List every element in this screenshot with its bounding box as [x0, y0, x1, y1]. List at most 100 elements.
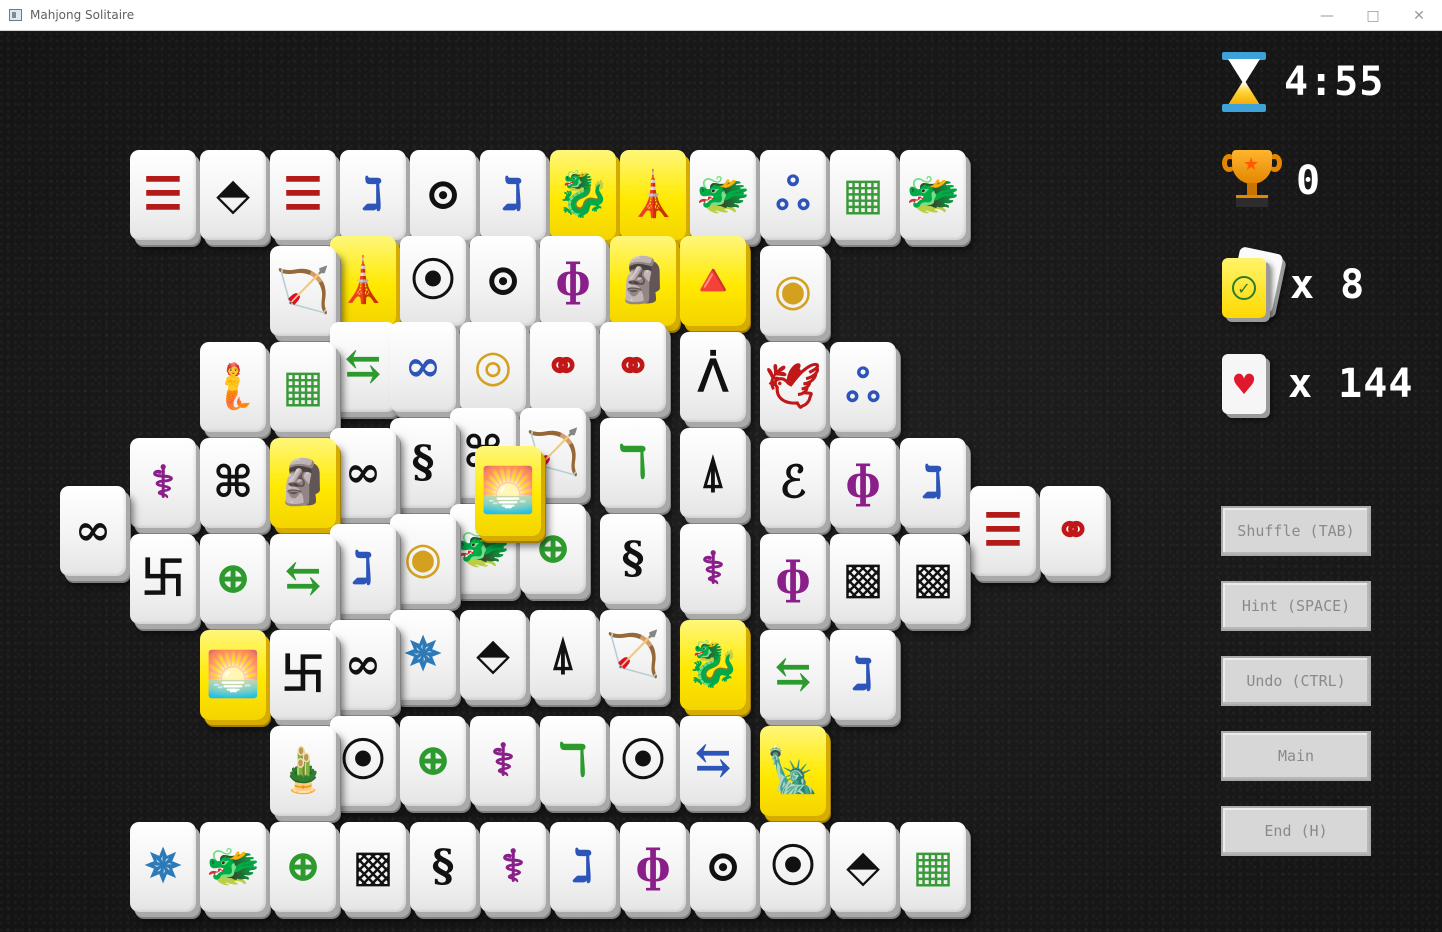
- mahjong-tile[interactable]: ▦: [900, 822, 966, 912]
- end-button[interactable]: End (H): [1221, 806, 1371, 856]
- mahjong-tile[interactable]: ⬘: [830, 822, 896, 912]
- mahjong-tile[interactable]: ⊙: [410, 150, 476, 240]
- mahjong-tile[interactable]: ▦: [830, 150, 896, 240]
- mahjong-tile[interactable]: 🗼: [330, 236, 396, 326]
- mahjong-tile[interactable]: ɸ: [620, 822, 686, 912]
- mahjong-tile[interactable]: ⇆: [270, 534, 336, 624]
- mahjong-tile[interactable]: ☰: [970, 486, 1036, 576]
- mahjong-tile[interactable]: ⦿: [610, 716, 676, 806]
- tile-symbol: ℷ: [572, 841, 594, 892]
- mahjong-tile[interactable]: ɸ: [540, 236, 606, 326]
- mahjong-tile[interactable]: ⊙: [470, 236, 536, 326]
- mahjong-tile[interactable]: 🗿: [610, 236, 676, 326]
- tile-symbol: 🌅: [480, 465, 536, 516]
- maximize-button[interactable]: □: [1350, 0, 1396, 31]
- mahjong-tile[interactable]: ⚭: [600, 322, 666, 412]
- mahjong-tile[interactable]: ▩: [900, 534, 966, 624]
- main-button[interactable]: Main: [1221, 731, 1371, 781]
- mahjong-tile[interactable]: 🎍: [270, 726, 336, 816]
- mahjong-tile[interactable]: ⚭: [1040, 486, 1106, 576]
- undo-button[interactable]: Undo (CTRL): [1221, 656, 1371, 706]
- mahjong-tile[interactable]: ɸ: [830, 438, 896, 528]
- mahjong-tile[interactable]: 🐉: [680, 620, 746, 710]
- tile-symbol: ⍋: [549, 629, 577, 680]
- mahjong-tile[interactable]: ⦿: [400, 236, 466, 326]
- mahjong-tile[interactable]: ɸ: [760, 534, 826, 624]
- mahjong-tile[interactable]: ⦿: [760, 822, 826, 912]
- tile-symbol: ஃ: [775, 169, 811, 220]
- mahjong-tile[interactable]: ᐲ: [680, 332, 746, 422]
- mahjong-tile[interactable]: 卐: [270, 630, 336, 720]
- mahjong-tile[interactable]: ⬘: [200, 150, 266, 240]
- mahjong-tile[interactable]: ◉: [390, 514, 456, 604]
- mahjong-tile[interactable]: ⊕: [400, 716, 466, 806]
- mahjong-tile[interactable]: ✵: [390, 610, 456, 700]
- mahjong-tile[interactable]: §: [410, 822, 476, 912]
- mahjong-tile[interactable]: 🗼: [620, 150, 686, 240]
- mahjong-tile[interactable]: ✵: [130, 822, 196, 912]
- close-button[interactable]: ✕: [1396, 0, 1442, 31]
- mahjong-tile[interactable]: ▩: [830, 534, 896, 624]
- mahjong-tile[interactable]: 🌅: [475, 446, 541, 536]
- mahjong-tile[interactable]: 🏹: [270, 246, 336, 336]
- mahjong-tile[interactable]: ⇆: [330, 322, 396, 412]
- mahjong-tile[interactable]: ⊙: [690, 822, 756, 912]
- mahjong-tile[interactable]: ℷ: [830, 630, 896, 720]
- mahjong-tile[interactable]: 🗿: [270, 438, 336, 528]
- mahjong-tile[interactable]: ☰: [130, 150, 196, 240]
- mahjong-tile[interactable]: ஃ: [760, 150, 826, 240]
- minimize-button[interactable]: —: [1304, 0, 1350, 31]
- mahjong-tile[interactable]: ∞: [390, 322, 456, 412]
- mahjong-tile[interactable]: ⚕: [680, 524, 746, 614]
- mahjong-tile[interactable]: ∞: [330, 428, 396, 518]
- mahjong-tile[interactable]: 🌅: [200, 630, 266, 720]
- mahjong-tile[interactable]: ⚕: [480, 822, 546, 912]
- mahjong-tile[interactable]: ℸ: [600, 418, 666, 508]
- mahjong-tile[interactable]: ℷ: [480, 150, 546, 240]
- mahjong-tile[interactable]: ⦿: [330, 716, 396, 806]
- tile-symbol: 🧜: [205, 361, 261, 412]
- mahjong-tile[interactable]: 🧜: [200, 342, 266, 432]
- mahjong-tile[interactable]: ∞: [60, 486, 126, 576]
- mahjong-tile[interactable]: ◎: [460, 322, 526, 412]
- mahjong-tile[interactable]: ⊕: [270, 822, 336, 912]
- shuffle-button[interactable]: Shuffle (TAB): [1221, 506, 1371, 556]
- mahjong-tile[interactable]: ⚕: [130, 438, 196, 528]
- mahjong-tile[interactable]: ⬘: [460, 610, 526, 700]
- mahjong-tile[interactable]: 🐲: [200, 822, 266, 912]
- mahjong-tile[interactable]: ℸ: [540, 716, 606, 806]
- mahjong-tile[interactable]: ஃ: [830, 342, 896, 432]
- mahjong-tile[interactable]: 🐲: [900, 150, 966, 240]
- mahjong-tile[interactable]: ℷ: [340, 150, 406, 240]
- mahjong-tile[interactable]: ℷ: [330, 524, 396, 614]
- mahjong-tile[interactable]: 🐲: [690, 150, 756, 240]
- mahjong-tile[interactable]: ∞: [330, 620, 396, 710]
- mahjong-tile[interactable]: ⍋: [530, 610, 596, 700]
- mahjong-tile[interactable]: 🏹: [600, 610, 666, 700]
- mahjong-tile[interactable]: 🗽: [760, 726, 826, 816]
- mahjong-tile[interactable]: ⇆: [760, 630, 826, 720]
- mahjong-tile[interactable]: 🔺: [680, 236, 746, 326]
- mahjong-tile[interactable]: 🕊: [760, 342, 826, 432]
- mahjong-tile[interactable]: ◉: [760, 246, 826, 336]
- mahjong-tile[interactable]: ⌘: [200, 438, 266, 528]
- mahjong-tile[interactable]: §: [600, 514, 666, 604]
- mahjong-tile[interactable]: ⍋: [680, 428, 746, 518]
- score-display: ★ 0: [1222, 150, 1321, 212]
- mahjong-tile[interactable]: ▦: [270, 342, 336, 432]
- mahjong-tile[interactable]: ⚕: [470, 716, 536, 806]
- mahjong-tile[interactable]: 卐: [130, 534, 196, 624]
- matches-value: x 8: [1290, 262, 1366, 308]
- mahjong-tile[interactable]: §: [390, 418, 456, 508]
- mahjong-tile[interactable]: ⚭: [530, 322, 596, 412]
- mahjong-tile[interactable]: ℰ: [760, 438, 826, 528]
- mahjong-tile[interactable]: ▩: [340, 822, 406, 912]
- hint-button[interactable]: Hint (SPACE): [1221, 581, 1371, 631]
- mahjong-tile[interactable]: ℷ: [900, 438, 966, 528]
- mahjong-tile[interactable]: ⇆: [680, 716, 746, 806]
- mahjong-tile[interactable]: 🐉: [550, 150, 616, 240]
- mahjong-tile[interactable]: ⊕: [200, 534, 266, 624]
- mahjong-tile[interactable]: ℷ: [550, 822, 616, 912]
- tile-symbol: ⦿: [771, 841, 815, 892]
- mahjong-tile[interactable]: ☰: [270, 150, 336, 240]
